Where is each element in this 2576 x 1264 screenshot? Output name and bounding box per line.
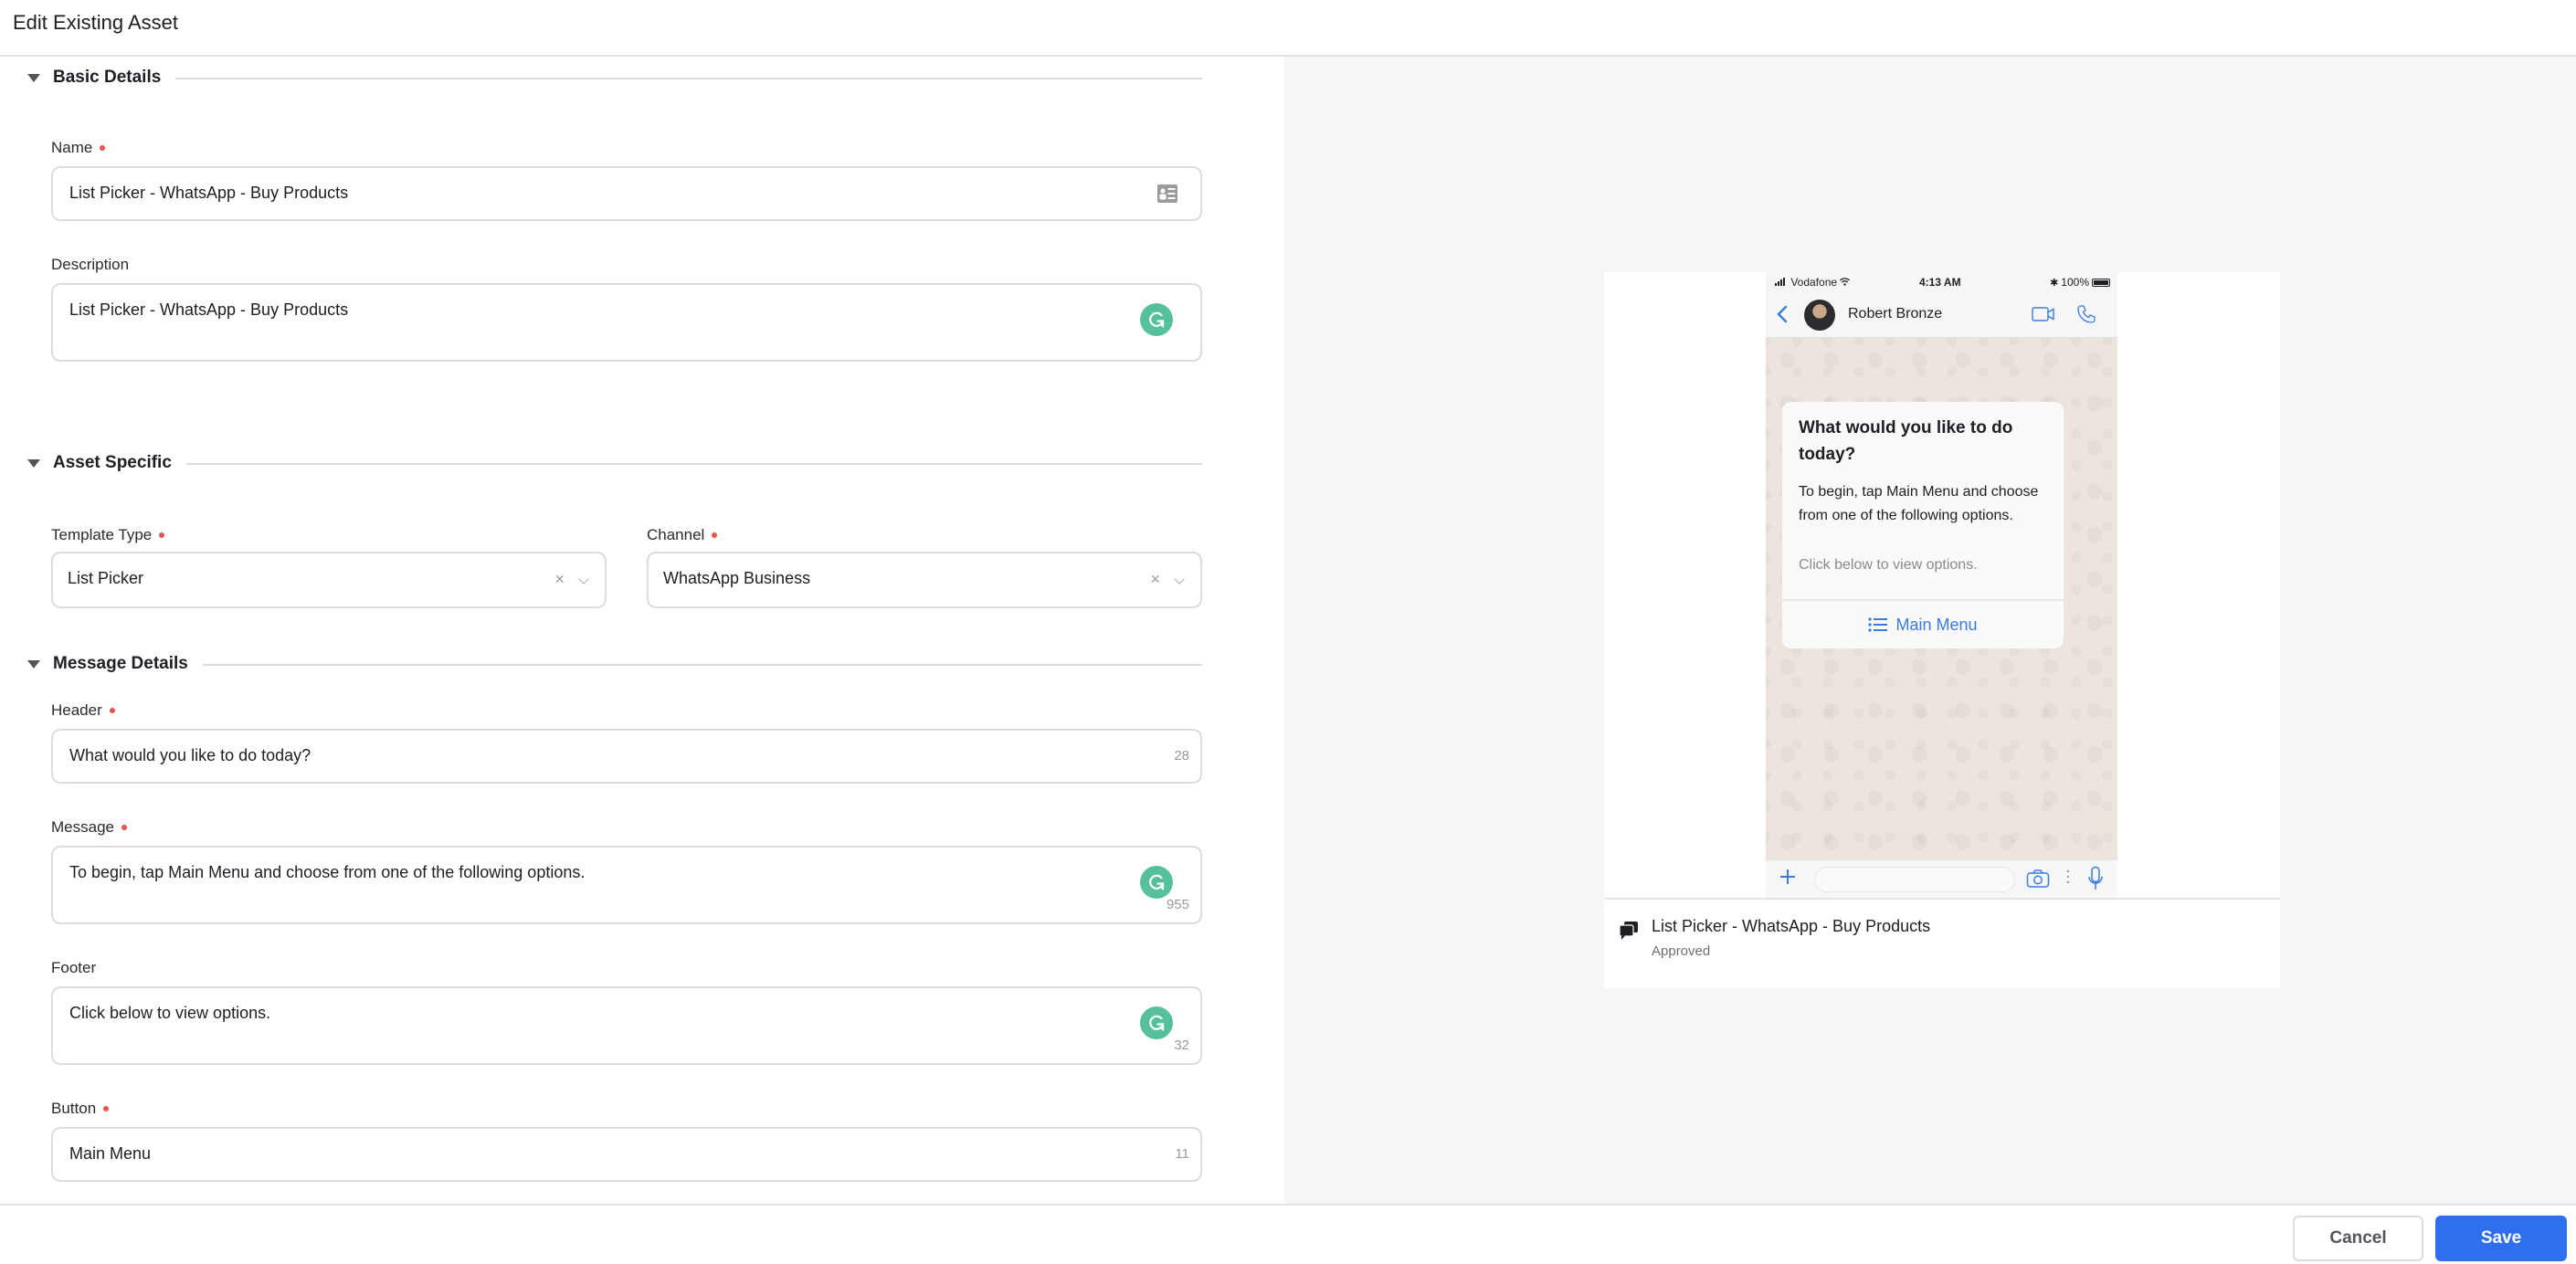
char-counter: 28 [1174,748,1189,764]
signal-icon [1775,278,1785,286]
battery-percent: 100% [2061,276,2089,289]
chevron-down-icon[interactable] [578,574,589,585]
name-label: Name [51,139,106,157]
bluetooth-icon: ✱ [2050,277,2059,289]
more-dots-icon [2066,869,2070,889]
header-value: What would you like to do today? [69,746,311,764]
template-type-value: List Picker [68,569,144,587]
list-icon [1868,617,1888,632]
clear-icon[interactable]: × [1150,570,1160,589]
required-indicator [712,532,718,538]
required-indicator [121,824,127,830]
bubble-header: What would you like to do today? [1799,418,2013,464]
back-chevron-icon[interactable] [1777,305,1788,328]
channel-value: WhatsApp Business [663,569,811,587]
preview-card: Vodafone 4:13 AM ✱ 100% Robert Bronze Wh… [1604,272,2280,988]
section-message-details[interactable]: Message Details [27,654,1202,674]
video-call-icon[interactable] [2032,307,2055,326]
camera-icon[interactable] [2026,869,2050,893]
plus-icon[interactable] [1777,866,1799,892]
channel-select[interactable]: WhatsApp Business × [647,552,1202,608]
phone-preview: Vodafone 4:13 AM ✱ 100% Robert Bronze Wh… [1766,272,2117,898]
phone-status-bar: Vodafone 4:13 AM ✱ 100% [1766,272,2117,292]
header-label: Header [51,701,115,720]
section-divider [175,78,1202,79]
char-counter: 11 [1175,1146,1189,1162]
footer-label: Footer [51,959,97,976]
footer-action-bar: Cancel Save [0,1204,2576,1264]
required-indicator [100,144,106,151]
char-counter: 955 [1166,897,1189,912]
form-panel: Basic Details Name List Picker - WhatsAp… [0,57,1284,1204]
wifi-icon [1840,278,1851,286]
description-label: Description [51,256,130,273]
chat-background: What would you like to do today? To begi… [1766,338,2117,860]
required-indicator [109,707,115,713]
bubble-message: To begin, tap Main Menu and choose from … [1799,484,2039,523]
chevron-down-icon[interactable] [1174,574,1185,585]
chat-header: Robert Bronze [1766,292,2117,338]
chat-bubbles-icon [1619,921,1639,945]
message-textarea[interactable]: To begin, tap Main Menu and choose from … [51,846,1202,924]
section-divider [185,463,1202,465]
button-value: Main Menu [69,1144,152,1163]
grammarly-icon[interactable] [1140,1006,1173,1039]
section-divider [202,664,1202,666]
microphone-icon[interactable] [2087,866,2104,896]
save-button[interactable]: Save [2435,1216,2567,1261]
collapse-triangle-icon[interactable] [27,73,40,82]
cancel-button[interactable]: Cancel [2293,1216,2423,1261]
header-input[interactable]: What would you like to do today? 28 [51,729,1202,784]
contact-card-icon[interactable] [1156,184,1178,208]
button-text-input[interactable]: Main Menu 11 [51,1127,1202,1182]
carrier-name: Vodafone [1790,276,1838,289]
collapse-triangle-icon[interactable] [27,458,40,468]
page-header: Edit Existing Asset [0,0,2576,57]
description-textarea[interactable]: List Picker - WhatsApp - Buy Products [51,283,1202,362]
bubble-footer: Click below to view options. [1799,557,1978,573]
collapse-triangle-icon[interactable] [27,659,40,669]
footer-value: Click below to view options. [69,1004,271,1022]
message-label: Message [51,818,127,837]
carrier: Vodafone [1775,276,1851,289]
template-type-label: Template Type [51,526,165,544]
grammarly-icon[interactable] [1140,303,1173,336]
channel-label: Channel [647,526,718,544]
battery-icon [2092,278,2110,287]
chat-text-input[interactable] [1814,867,2015,892]
name-value: List Picker - WhatsApp - Buy Products [69,184,349,202]
button-label: Button [51,1100,110,1118]
bubble-button-label: Main Menu [1895,615,1978,634]
footer-textarea[interactable]: Click below to view options. 32 [51,986,1202,1065]
section-title: Asset Specific [53,453,172,472]
char-counter: 32 [1174,1038,1189,1053]
required-indicator [159,532,165,538]
section-title: Basic Details [53,68,162,87]
grammarly-icon[interactable] [1140,866,1173,899]
section-asset-specific[interactable]: Asset Specific [27,453,1202,473]
asset-status: Approved [1652,943,1711,959]
section-basic-details[interactable]: Basic Details [27,68,1202,88]
preview-panel: Vodafone 4:13 AM ✱ 100% Robert Bronze Wh… [1284,57,2576,1204]
description-value: List Picker - WhatsApp - Buy Products [69,300,349,319]
template-type-select[interactable]: List Picker × [51,552,607,608]
bubble-main-menu-button[interactable]: Main Menu [1782,601,2064,648]
section-title: Message Details [53,654,188,673]
clear-icon[interactable]: × [554,570,565,589]
required-indicator [103,1105,110,1111]
message-value: To begin, tap Main Menu and choose from … [69,863,586,881]
phone-time: 4:13 AM [1919,276,1961,289]
list-picker-bubble: What would you like to do today? To begi… [1782,402,2064,648]
asset-name: List Picker - WhatsApp - Buy Products [1652,917,1931,935]
preview-divider [1604,898,2280,900]
chat-input-bar [1766,860,2117,898]
phone-call-icon[interactable] [2076,304,2096,329]
name-input[interactable]: List Picker - WhatsApp - Buy Products [51,166,1202,221]
contact-name: Robert Bronze [1848,306,1943,321]
page-title: Edit Existing Asset [13,11,178,34]
battery: ✱ 100% [2050,276,2110,289]
avatar [1804,300,1835,331]
